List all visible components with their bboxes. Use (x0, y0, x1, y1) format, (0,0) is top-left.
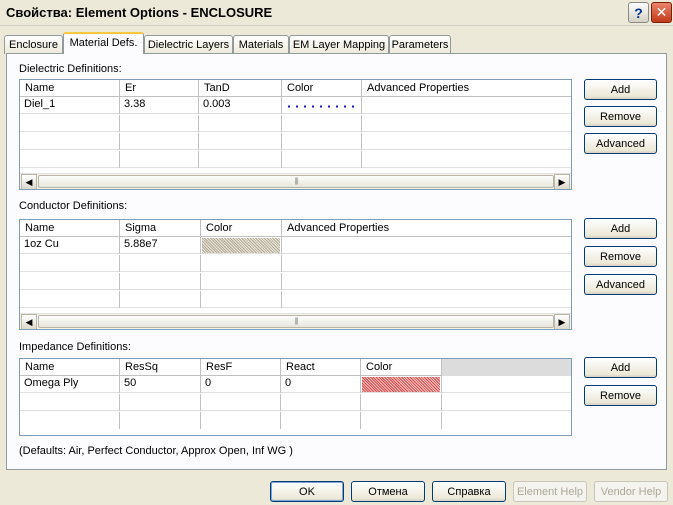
tab-em-layer-mapping[interactable]: EM Layer Mapping (289, 35, 389, 54)
cell-sigma[interactable]: 5.88e7 (120, 237, 201, 254)
window-title: Свойства: Element Options - ENCLOSURE (6, 5, 273, 20)
tab-dielectric-layers[interactable]: Dielectric Layers (144, 35, 233, 54)
column-header-name[interactable]: Name (20, 220, 120, 237)
horizontal-scrollbar[interactable]: ◀ ||| ▶ (20, 313, 571, 329)
conductor-definitions-label: Conductor Definitions: (19, 200, 128, 212)
table-row (20, 291, 571, 308)
scroll-left-icon[interactable]: ◀ (21, 174, 37, 189)
defaults-note: (Defaults: Air, Perfect Conductor, Appro… (19, 445, 293, 457)
column-header-advanced-properties[interactable]: Advanced Properties (282, 220, 571, 237)
cell-name[interactable]: Omega Ply (20, 376, 120, 393)
table-row[interactable]: 1oz Cu 5.88e7 (20, 237, 571, 254)
ok-button[interactable]: OK (270, 481, 344, 502)
title-bar: Свойства: Element Options - ENCLOSURE ? … (0, 0, 673, 26)
cell-advanced-properties[interactable] (362, 97, 571, 114)
dielectric-advanced-button[interactable]: Advanced (584, 133, 657, 154)
column-header-tand[interactable]: TanD (199, 80, 282, 97)
cancel-button[interactable]: Отмена (351, 481, 425, 502)
tab-materials[interactable]: Materials (233, 35, 289, 54)
conductor-remove-button[interactable]: Remove (584, 246, 657, 267)
column-header-color[interactable]: Color (201, 220, 282, 237)
grid-header: Name ResSq ResF React Color (20, 359, 571, 376)
impedance-grid: Name ResSq ResF React Color Omega Ply 50… (19, 358, 572, 436)
cell-tand[interactable]: 0.003 (199, 97, 282, 114)
impedance-definitions-label: Impedance Definitions: (19, 341, 131, 353)
column-header-name[interactable]: Name (20, 359, 120, 376)
column-header-ressq[interactable]: ResSq (120, 359, 201, 376)
vendor-help-button: Vendor Help (594, 481, 668, 502)
column-header-advanced-properties[interactable]: Advanced Properties (362, 80, 571, 97)
element-help-button: Element Help (513, 481, 587, 502)
table-row (20, 255, 571, 272)
empty-header-area (442, 359, 571, 376)
table-row (20, 151, 571, 168)
cell-ressq[interactable]: 50 (120, 376, 201, 393)
help-button[interactable]: Справка (432, 481, 506, 502)
column-header-name[interactable]: Name (20, 80, 120, 97)
conductor-advanced-button[interactable]: Advanced (584, 274, 657, 295)
column-header-color[interactable]: Color (282, 80, 362, 97)
cell-name[interactable]: 1oz Cu (20, 237, 120, 254)
table-row (20, 273, 571, 290)
help-icon[interactable]: ? (628, 2, 649, 23)
tab-enclosure[interactable]: Enclosure (4, 35, 63, 54)
color-swatch (362, 377, 440, 392)
cell-advanced-properties[interactable] (282, 237, 571, 254)
table-row (20, 412, 571, 429)
cell-react[interactable]: 0 (281, 376, 361, 393)
scroll-left-icon[interactable]: ◀ (21, 314, 37, 329)
horizontal-scrollbar[interactable]: ◀ ||| ▶ (20, 173, 571, 189)
color-swatch (202, 238, 280, 253)
scroll-thumb[interactable]: ||| (38, 175, 554, 188)
cell-color[interactable] (201, 237, 282, 254)
scroll-right-icon[interactable]: ▶ (554, 314, 570, 329)
table-row[interactable]: Diel_1 3.38 0.003 (20, 97, 571, 114)
grid-header: Name Er TanD Color Advanced Properties (20, 80, 571, 97)
cell-color[interactable] (282, 97, 362, 114)
grid-header: Name Sigma Color Advanced Properties (20, 220, 571, 237)
table-row (20, 394, 571, 411)
tab-parameters[interactable]: Parameters (389, 35, 451, 54)
cell-resf[interactable]: 0 (201, 376, 281, 393)
cell-color[interactable] (361, 376, 442, 393)
cell-er[interactable]: 3.38 (120, 97, 199, 114)
conductor-add-button[interactable]: Add (584, 218, 657, 239)
table-row (20, 115, 571, 132)
impedance-add-button[interactable]: Add (584, 357, 657, 378)
impedance-remove-button[interactable]: Remove (584, 385, 657, 406)
column-header-color[interactable]: Color (361, 359, 442, 376)
conductor-grid: Name Sigma Color Advanced Properties 1oz… (19, 219, 572, 330)
scroll-right-icon[interactable]: ▶ (554, 174, 570, 189)
column-header-resf[interactable]: ResF (201, 359, 281, 376)
close-icon[interactable]: ✕ (651, 2, 672, 23)
scroll-thumb[interactable]: ||| (38, 315, 554, 328)
column-header-sigma[interactable]: Sigma (120, 220, 201, 237)
dielectric-add-button[interactable]: Add (584, 79, 657, 100)
tab-material-defs[interactable]: Material Defs. (63, 32, 144, 54)
dielectric-grid: Name Er TanD Color Advanced Properties D… (19, 79, 572, 190)
dielectric-definitions-label: Dielectric Definitions: (19, 63, 122, 75)
color-swatch (285, 105, 357, 108)
cell-name[interactable]: Diel_1 (20, 97, 120, 114)
column-header-react[interactable]: React (281, 359, 361, 376)
table-row[interactable]: Omega Ply 50 0 0 (20, 376, 571, 393)
column-header-er[interactable]: Er (120, 80, 199, 97)
table-row (20, 133, 571, 150)
dielectric-remove-button[interactable]: Remove (584, 106, 657, 127)
